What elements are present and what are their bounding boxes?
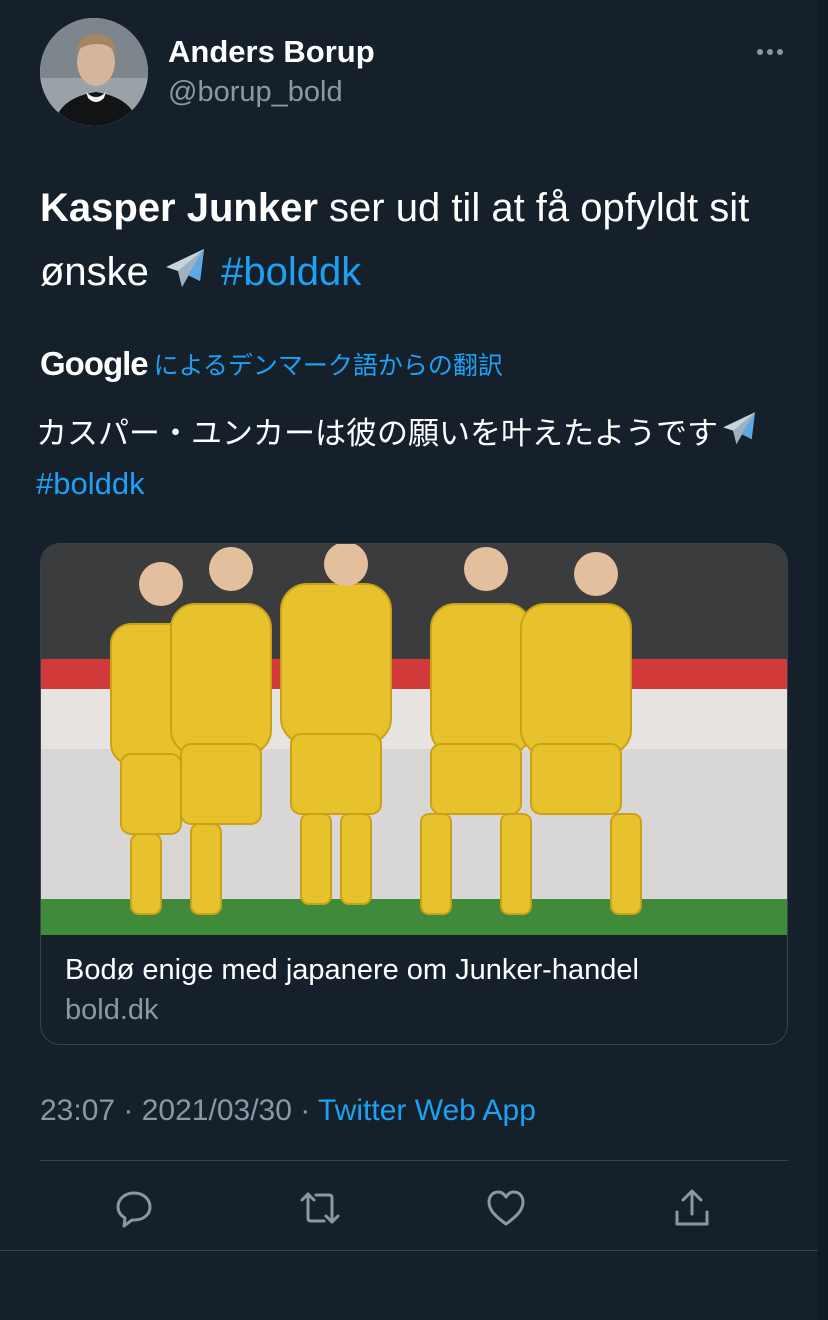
avatar-photo bbox=[40, 18, 148, 126]
retweet-icon[interactable] bbox=[292, 1180, 348, 1236]
tweet-time: 23:07 bbox=[40, 1094, 116, 1127]
translated-hashtag-link[interactable]: #bolddk bbox=[36, 466, 145, 501]
link-card[interactable]: Bodø enige med japanere om Junker-handel… bbox=[40, 543, 788, 1045]
airplane-icon bbox=[166, 249, 205, 287]
meta-separator: · bbox=[115, 1094, 142, 1127]
scroll-edge bbox=[818, 0, 828, 1320]
reply-icon[interactable] bbox=[106, 1180, 162, 1236]
action-bar bbox=[0, 1180, 828, 1236]
more-options-icon[interactable] bbox=[748, 38, 792, 66]
google-logo: Google bbox=[40, 345, 149, 382]
airplane-icon bbox=[723, 412, 755, 445]
like-icon[interactable] bbox=[478, 1180, 534, 1236]
card-image bbox=[41, 544, 787, 935]
translated-body: カスパー・ユンカーは彼の願いを叶えたようです bbox=[36, 416, 718, 451]
tweet-source-link[interactable]: Twitter Web App bbox=[318, 1094, 536, 1127]
display-name[interactable]: Anders Borup bbox=[168, 34, 375, 70]
translated-text: カスパー・ユンカーは彼の願いを叶えたようです #bolddk bbox=[36, 408, 796, 509]
tweet-detail: Anders Borup @borup_bold Kasper Junker s… bbox=[0, 0, 828, 1250]
tweet-text: Kasper Junker ser ud til at få opfyldt s… bbox=[40, 176, 800, 304]
tweet-meta: 23:07 · 2021/03/30 · Twitter Web App bbox=[40, 1094, 536, 1128]
user-handle[interactable]: @borup_bold bbox=[168, 76, 343, 109]
translation-label[interactable]: によるデンマーク語からの翻訳 bbox=[154, 346, 503, 382]
tweet-date: 2021/03/30 bbox=[141, 1094, 292, 1127]
share-icon[interactable] bbox=[664, 1180, 720, 1236]
divider bbox=[40, 1160, 788, 1161]
card-title[interactable]: Bodø enige med japanere om Junker-handel bbox=[65, 954, 639, 987]
hashtag-link[interactable]: #bolddk bbox=[221, 250, 361, 294]
avatar[interactable] bbox=[40, 18, 148, 126]
translation-header: Google によるデンマーク語からの翻訳 bbox=[40, 344, 503, 384]
bottom-bar bbox=[0, 1250, 828, 1320]
card-domain: bold.dk bbox=[65, 994, 159, 1026]
mention-name: Kasper Junker bbox=[40, 186, 318, 230]
meta-separator: · bbox=[291, 1094, 319, 1127]
